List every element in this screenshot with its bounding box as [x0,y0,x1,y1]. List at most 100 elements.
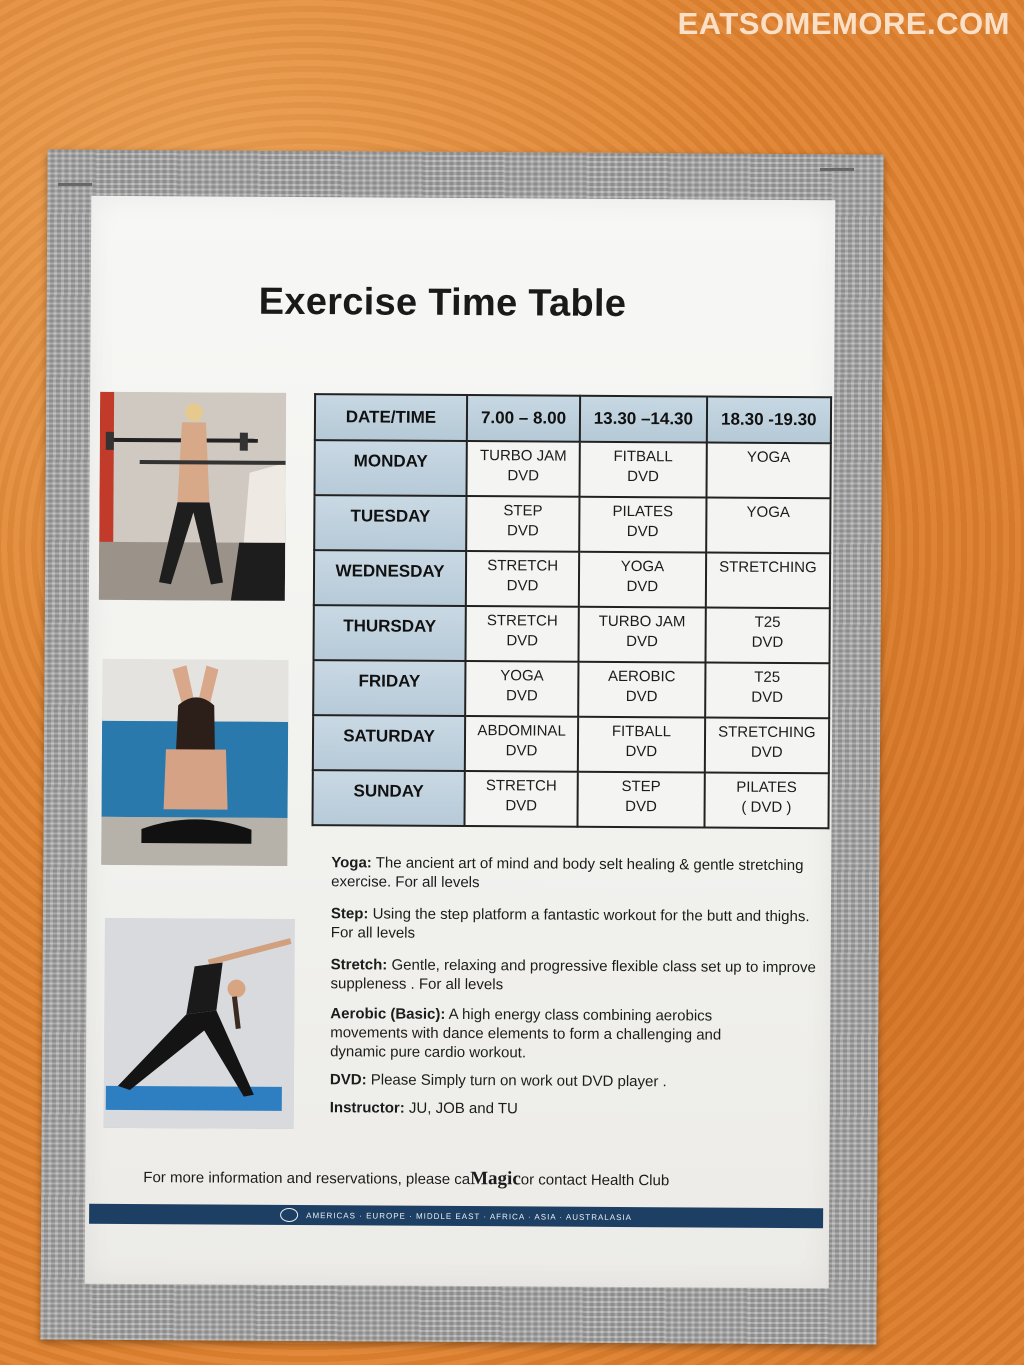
class-format: DVD [626,578,659,596]
description-term: DVD: [329,1071,367,1089]
contact-text: For more information and reservations, p… [143,1169,471,1189]
watermark-text: EATSOMEMORE.COM [677,6,1010,41]
description-term: Stretch: [330,956,388,974]
table-header-row: DATE/TIME 7.00 – 8.00 13.30 –14.30 18.30… [314,394,832,444]
class-name: STRETCH [487,557,559,575]
description-stretch: Stretch: Gentle, relaxing and progressiv… [330,955,820,996]
table-row: MONDAY TURBO JAM DVD FITBALL DVD YOGA [314,440,831,499]
magic-logo-text: Magic [470,1168,521,1190]
day-cell: SUNDAY [312,770,465,827]
table-row: THURSDAY STRETCH DVD TURBO JAM DVD T25 DVD [313,605,830,664]
class-format: DVD [625,798,657,816]
description-text: Using the step platform a fantastic work… [330,905,810,942]
table-row: SUNDAY STRETCH DVD STEP DVD PILATES( DVD ) [312,770,829,829]
class-name: TURBO JAM [598,612,686,631]
day-cell: FRIDAY [313,660,466,717]
class-cell: ABDOMINAL DVD [464,716,579,772]
description-text: JU, JOB and TU [404,1099,518,1118]
class-format: DVD [626,523,659,541]
description-term: Step: [330,905,369,923]
pool-yoga-photo [101,658,289,866]
contact-info-line: For more information and reservations, p… [143,1166,669,1191]
class-name: STRETCHING [718,723,816,742]
description-term: Yoga: [331,854,372,872]
table-row: WEDNESDAY STRETCH DVD YOGA DVD STRETCHING [313,550,831,609]
class-cell: FITBALL DVD [577,716,705,773]
class-format: DVD [506,522,539,540]
class-name: T25 [754,613,781,631]
description-term: Instructor: [329,1099,405,1117]
column-header: 18.30 -19.30 [706,396,832,444]
class-cell: TURBO JAM DVD [466,441,580,497]
class-name: PILATES [612,502,674,521]
class-cell: STRETCH DVD [465,606,579,662]
poster-title: Exercise Time Table [258,280,627,326]
class-format: DVD [751,633,784,651]
contact-text: or contact Health Club [520,1171,670,1190]
day-cell: THURSDAY [313,605,466,662]
exercise-timetable: DATE/TIME 7.00 – 8.00 13.30 –14.30 18.30… [311,393,832,829]
class-name: AEROBIC [607,667,676,686]
class-format: DVD [625,688,658,706]
class-format: DVD [505,797,538,815]
description-yoga: Yoga: The ancient art of mind and body s… [331,853,821,894]
staple [58,183,92,186]
class-format: DVD [505,742,538,760]
description-dvd: DVD: Please Simply turn on work out DVD … [330,1070,820,1092]
class-cell: AEROBIC DVD [578,661,706,718]
class-cell: STRETCH DVD [464,771,578,827]
description-aerobic: Aerobic (Basic): A high energy class com… [330,1004,780,1064]
class-name: STRETCH [485,777,557,795]
class-format: DVD [627,468,659,486]
table-row: FRIDAY YOGA DVD AEROBIC DVD T25 DVD [313,660,830,719]
class-format: DVD [750,743,783,761]
class-cell: YOGA [706,442,831,499]
class-name: T25 [754,668,781,686]
day-cell: WEDNESDAY [313,550,467,607]
description-instructor: Instructor: JU, JOB and TU [330,1098,820,1120]
class-name: PILATES [736,778,797,797]
class-name: STEP [503,502,543,520]
class-cell: T25 DVD [705,607,830,664]
column-header: 7.00 – 8.00 [466,395,581,442]
class-cell: YOGA [705,497,831,554]
class-cell: STRETCHING [705,552,831,609]
description-text: The ancient art of mind and body selt he… [331,854,804,892]
class-format: DVD [625,743,658,761]
triangle-pose-photo [103,917,295,1129]
description-text: Please Simply turn on work out DVD playe… [366,1071,667,1091]
class-cell: STRETCHING DVD [704,717,830,774]
class-cell: STEP DVD [466,496,580,552]
table-row: TUESDAY STEP DVD PILATES DVD YOGA [314,495,831,554]
description-text: Gentle, relaxing and progressive flexibl… [330,956,816,994]
class-format: ( DVD ) [741,798,792,817]
description-step: Step: Using the step platform a fantasti… [331,904,821,945]
class-name: YOGA [620,557,665,576]
class-name: ABDOMINAL [477,722,566,740]
table-row: SATURDAY ABDOMINAL DVD FITBALL DVD STRETCH… [312,715,830,774]
description-term: Aerobic (Basic): [330,1005,446,1023]
class-name: YOGA [746,448,791,467]
pool-yoga-illustration [101,658,289,866]
column-header: 13.30 –14.30 [579,395,707,443]
triangle-pose-illustration [103,917,295,1129]
hotel-logo-icon [280,1207,299,1223]
class-cell: FITBALL DVD [579,441,707,498]
class-cell: T25 DVD [704,662,830,719]
class-name: STRETCHING [719,558,817,577]
class-format: DVD [751,688,783,706]
poster-paper: Exercise Time Table DATE/TIME 7.00 – 8.0… [84,195,836,1289]
staple [820,168,854,171]
class-cell: TURBO JAM DVD [578,606,706,663]
day-cell: TUESDAY [314,495,467,552]
class-format: DVD [506,632,539,650]
class-name: TURBO JAM [479,447,567,465]
barbell-workout-photo [98,391,287,601]
class-format: DVD [505,687,538,705]
class-cell: YOGA DVD [578,551,706,608]
day-cell: SATURDAY [312,715,466,772]
class-cell: STEP DVD [577,771,705,828]
class-name: YOGA [500,667,544,685]
class-name: YOGA [746,503,790,522]
class-format: DVD [506,577,539,595]
